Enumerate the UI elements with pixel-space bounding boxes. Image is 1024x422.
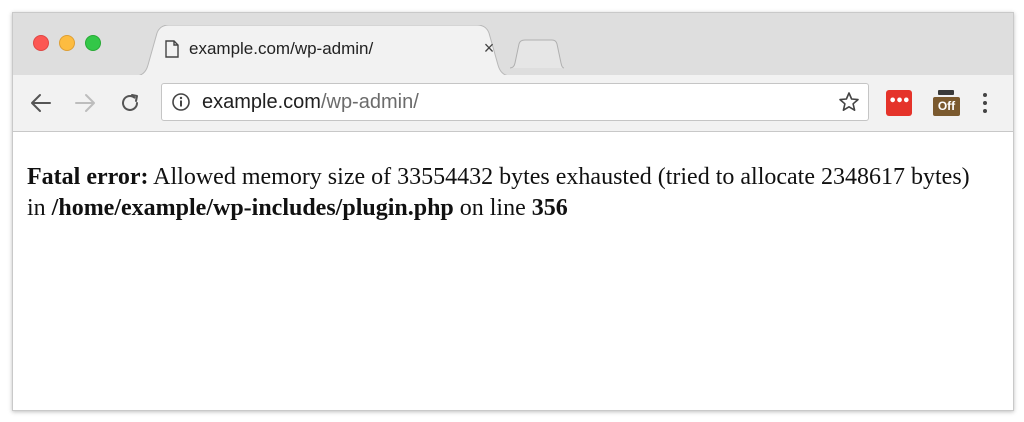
- forward-arrow-icon[interactable]: [71, 89, 99, 117]
- new-tab-button[interactable]: [508, 39, 564, 69]
- browser-window: example.com/wp-admin/ × example.com/wp-a…: [12, 12, 1014, 411]
- minimize-window-button[interactable]: [59, 35, 75, 51]
- close-window-button[interactable]: [33, 35, 49, 51]
- lastpass-extension-icon[interactable]: •••: [886, 90, 912, 116]
- star-icon[interactable]: [838, 91, 860, 118]
- title-bar: example.com/wp-admin/ ×: [13, 13, 1013, 77]
- info-icon[interactable]: [171, 92, 191, 117]
- toolbar: example.com/wp-admin/ ••• Off: [13, 75, 1013, 132]
- page-content: Fatal error: Allowed memory size of 3355…: [13, 132, 1013, 410]
- url-text[interactable]: example.com/wp-admin/: [202, 91, 419, 114]
- url-path: /wp-admin/: [320, 91, 419, 113]
- error-path: /home/example/wp-includes/plugin.php: [51, 195, 454, 221]
- url-domain: example.com: [202, 91, 321, 113]
- off-extension-icon[interactable]: Off: [931, 88, 961, 120]
- tab-title: example.com/wp-admin/: [189, 39, 374, 58]
- tab-close-icon[interactable]: ×: [479, 38, 499, 58]
- error-text-2: on line: [453, 195, 532, 221]
- error-label: Fatal error:: [27, 164, 149, 190]
- lid-shape: [938, 90, 954, 95]
- maximize-window-button[interactable]: [85, 35, 101, 51]
- off-label: Off: [933, 97, 960, 116]
- back-arrow-icon[interactable]: [27, 89, 55, 117]
- document-icon: [165, 40, 179, 63]
- traffic-lights: [33, 35, 101, 51]
- fatal-error-message: Fatal error: Allowed memory size of 3355…: [27, 162, 987, 224]
- address-bar[interactable]: example.com/wp-admin/: [161, 83, 869, 121]
- reload-icon[interactable]: [116, 89, 144, 117]
- error-line: 356: [531, 195, 568, 221]
- tab-active[interactable]: example.com/wp-admin/ ×: [135, 25, 511, 77]
- kebab-menu-icon[interactable]: [975, 89, 995, 117]
